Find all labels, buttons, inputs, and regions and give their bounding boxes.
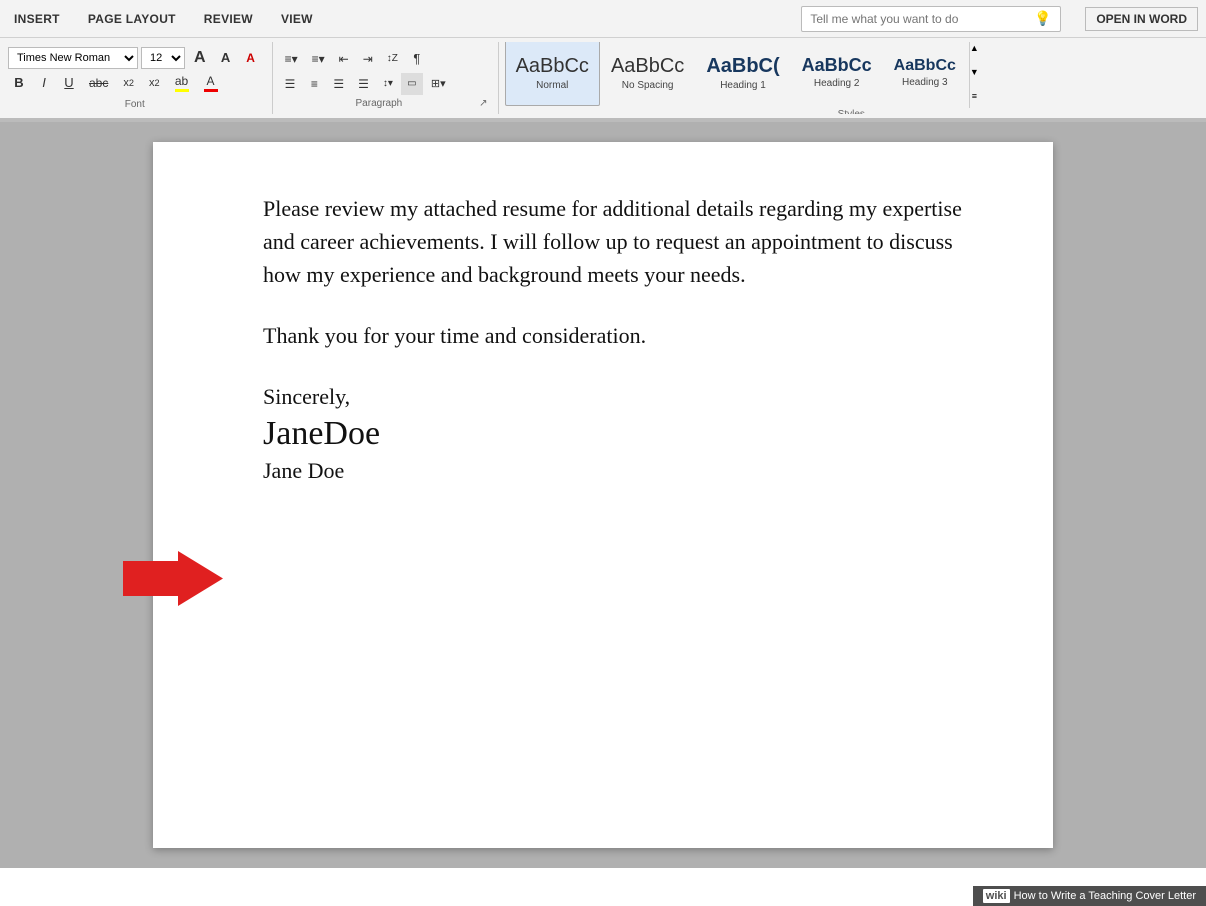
menu-view[interactable]: VIEW — [275, 8, 319, 30]
grow-font-button[interactable]: A — [188, 47, 212, 69]
decrease-indent-button[interactable]: ⇤ — [333, 48, 355, 70]
red-arrow-annotation — [123, 551, 223, 606]
style-heading3[interactable]: AaBbCc Heading 3 — [883, 42, 967, 106]
underline-button[interactable]: U — [58, 72, 80, 94]
bullet-list-button[interactable]: ≡▾ — [279, 48, 304, 70]
paragraph-thanks-text: Thank you for your time and consideratio… — [263, 323, 646, 348]
sort-button[interactable]: ↕Z — [381, 48, 404, 70]
italic-button[interactable]: I — [33, 72, 55, 94]
font-name-select[interactable]: Times New Roman — [8, 47, 138, 69]
highlight-button[interactable]: ab — [169, 72, 195, 94]
menu-review[interactable]: REVIEW — [198, 8, 259, 30]
paragraph-resume: Please review my attached resume for add… — [263, 192, 963, 291]
wiki-logo: wiki — [983, 889, 1010, 903]
style-normal-preview: AaBbCc — [516, 54, 589, 78]
highlight-icon: ab — [175, 74, 189, 92]
style-heading3-label: Heading 3 — [902, 77, 948, 88]
align-center-button[interactable]: ≡ — [303, 73, 325, 95]
show-formatting-button[interactable]: ¶ — [406, 48, 428, 70]
open-in-word-button[interactable]: OPEN IN WORD — [1085, 7, 1198, 31]
styles-section: AaBbCc Normal AaBbCc No Spacing AaBbC( H… — [505, 42, 1198, 114]
menu-page-layout[interactable]: PAGE LAYOUT — [82, 8, 182, 30]
style-heading2-preview: AaBbCc — [802, 55, 872, 77]
justify-button[interactable]: ☰ — [352, 73, 375, 95]
document-area: Please review my attached resume for add… — [0, 122, 1206, 868]
document-content[interactable]: Please review my attached resume for add… — [263, 192, 963, 487]
paragraph-thanks: Thank you for your time and consideratio… — [263, 319, 963, 352]
shrink-font-button[interactable]: A — [215, 47, 237, 69]
font-section: Times New Roman 12 A A A B I U abc x2 x2 — [8, 42, 273, 114]
superscript-button[interactable]: x2 — [143, 72, 166, 94]
style-heading2-label: Heading 2 — [814, 78, 860, 89]
borders-button[interactable]: ⊞▾ — [425, 73, 452, 95]
style-normal[interactable]: AaBbCc Normal — [505, 42, 600, 106]
watermark-text: How to Write a Teaching Cover Letter — [1014, 890, 1196, 902]
change-case-button[interactable]: A — [240, 47, 262, 69]
styles-scroll-controls: ▲ ▼ ≡ — [969, 42, 979, 108]
shading-button[interactable]: ▭ — [401, 73, 423, 95]
styles-scroll-down[interactable]: ▼ — [970, 60, 979, 84]
styles-more-button[interactable]: ≡ — [970, 84, 979, 108]
paragraph-section: ≡▾ ≡▾ ⇤ ⇥ ↕Z ¶ ☰ ≡ ☰ ☰ ↕▾ ▭ ⊞▾ Par — [279, 42, 499, 114]
style-normal-label: Normal — [536, 80, 568, 91]
numbered-list-button[interactable]: ≡▾ — [306, 48, 331, 70]
font-color-icon: A — [204, 74, 218, 92]
styles-section-label: Styles — [505, 109, 1198, 114]
line-spacing-button[interactable]: ↕▾ — [377, 73, 399, 95]
bold-button[interactable]: B — [8, 72, 30, 94]
paragraph-resume-text: Please review my attached resume for add… — [263, 196, 962, 287]
signature-cursive: JaneDoe — [263, 415, 963, 452]
watermark: wiki How to Write a Teaching Cover Lette… — [973, 886, 1206, 906]
signature-name: Jane Doe — [263, 454, 963, 487]
styles-scroll-up[interactable]: ▲ — [970, 42, 979, 60]
menu-bar: INSERT PAGE LAYOUT REVIEW VIEW 💡 OPEN IN… — [0, 0, 1206, 38]
style-heading1[interactable]: AaBbC( Heading 1 — [695, 42, 790, 106]
style-no-spacing-label: No Spacing — [622, 80, 674, 91]
style-heading2[interactable]: AaBbCc Heading 2 — [791, 42, 883, 106]
subscript-button[interactable]: x2 — [117, 72, 140, 94]
document-page[interactable]: Please review my attached resume for add… — [153, 142, 1053, 848]
font-size-select[interactable]: 12 — [141, 47, 185, 69]
align-right-button[interactable]: ☰ — [327, 73, 350, 95]
search-box[interactable]: 💡 — [801, 6, 1061, 32]
style-no-spacing[interactable]: AaBbCc No Spacing — [600, 42, 695, 106]
strikethrough-button[interactable]: abc — [83, 72, 114, 94]
lightbulb-icon: 💡 — [1034, 10, 1051, 27]
red-arrow-icon — [123, 551, 223, 606]
style-heading1-preview: AaBbC( — [706, 54, 779, 78]
style-heading1-label: Heading 1 — [720, 80, 766, 91]
paragraph-section-label: Paragraph — [279, 98, 480, 109]
search-input[interactable] — [810, 12, 1030, 26]
paragraph-dialog-launcher[interactable]: ↗ — [479, 98, 487, 109]
menu-insert[interactable]: INSERT — [8, 8, 66, 30]
align-left-button[interactable]: ☰ — [279, 73, 302, 95]
increase-indent-button[interactable]: ⇥ — [357, 48, 379, 70]
style-heading3-preview: AaBbCc — [894, 56, 956, 75]
sincerely-text: Sincerely, — [263, 380, 963, 413]
font-section-label: Font — [8, 99, 262, 110]
signature-block: Sincerely, JaneDoe Jane Doe — [263, 380, 963, 487]
font-color-button[interactable]: A — [198, 72, 224, 94]
style-no-spacing-preview: AaBbCc — [611, 54, 684, 78]
